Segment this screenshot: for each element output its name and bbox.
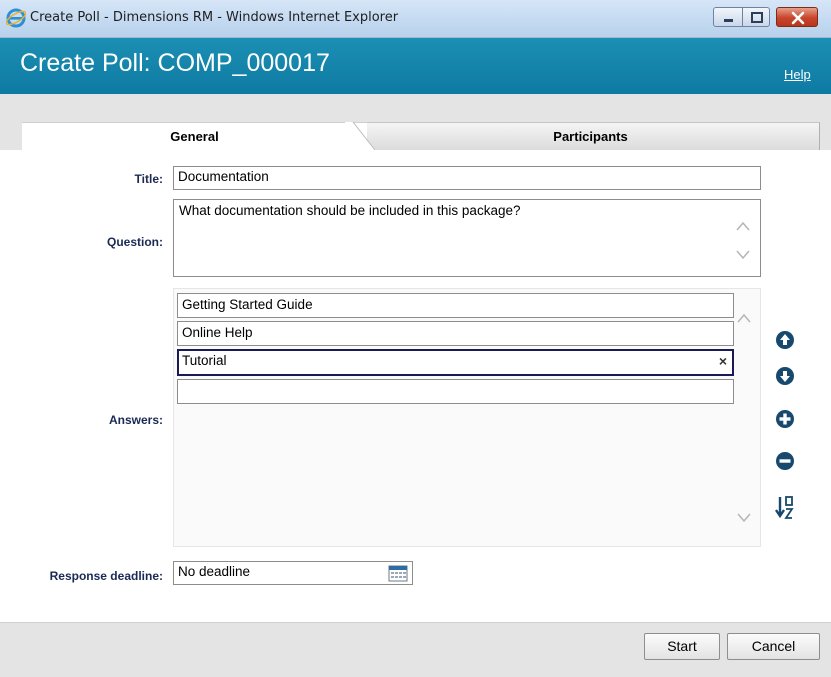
question-label: Question: (107, 235, 163, 249)
close-button[interactable] (776, 7, 818, 27)
answer-text: Tutorial (182, 353, 227, 368)
question-text: What documentation should be included in… (179, 203, 521, 218)
tab-bar-left-edge (0, 122, 22, 150)
move-up-icon[interactable] (775, 330, 795, 350)
scroll-down-icon[interactable] (737, 513, 751, 523)
answer-field[interactable] (177, 379, 734, 404)
minimize-icon (724, 19, 733, 22)
scroll-up-icon[interactable] (737, 313, 751, 323)
question-field[interactable]: What documentation should be included in… (173, 199, 761, 277)
title-field[interactable]: Documentation (173, 166, 761, 190)
start-button[interactable]: Start (644, 633, 720, 660)
title-label: Title: (134, 172, 163, 186)
answers-label: Answers: (108, 413, 163, 427)
scroll-up-icon[interactable] (736, 221, 750, 231)
move-down-icon[interactable] (775, 366, 795, 386)
sort-az-icon[interactable] (775, 495, 795, 521)
internet-explorer-icon (6, 8, 26, 28)
maximize-icon (751, 12, 763, 23)
close-icon (791, 11, 805, 25)
window-titlebar: Create Poll - Dimensions RM - Windows In… (0, 0, 831, 38)
maximize-button[interactable] (742, 7, 770, 27)
tab-bar-right-edge (820, 122, 831, 150)
window-title: Create Poll - Dimensions RM - Windows In… (30, 10, 399, 25)
add-icon[interactable] (775, 409, 795, 429)
tab-general[interactable]: General (22, 122, 367, 150)
remove-icon[interactable] (775, 451, 795, 471)
toolbar-strip (0, 94, 831, 122)
page-title: Create Poll: COMP_000017 (20, 49, 330, 77)
calendar-icon[interactable] (388, 564, 408, 582)
clear-icon[interactable]: × (719, 353, 727, 369)
deadline-label: Response deadline: (49, 569, 163, 583)
tab-divider (345, 122, 375, 150)
minimize-button[interactable] (713, 7, 743, 27)
cancel-button[interactable]: Cancel (727, 633, 820, 660)
answer-field[interactable]: Getting Started Guide (177, 293, 734, 318)
deadline-field[interactable]: No deadline (173, 561, 413, 585)
tab-participants[interactable]: Participants (362, 122, 820, 150)
answer-field[interactable]: Online Help (177, 321, 734, 346)
help-link[interactable]: Help (784, 67, 811, 82)
answer-field-active[interactable]: Tutorial × (177, 349, 734, 376)
scroll-down-icon[interactable] (736, 250, 750, 260)
